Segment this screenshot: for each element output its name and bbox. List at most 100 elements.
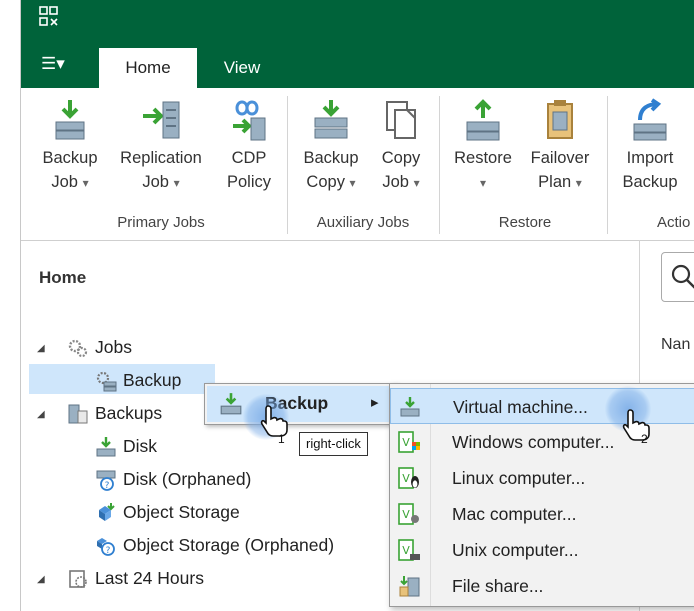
submenu-arrow-icon: ▸	[371, 394, 379, 411]
svg-text:V: V	[402, 544, 410, 557]
expand-collapse-icon[interactable]: ◢	[37, 409, 45, 420]
group-restore: Restore	[498, 214, 552, 231]
tree-item-disk-orphaned[interactable]: ? Disk (Orphaned)	[95, 465, 251, 493]
menu-item-unix-computer[interactable]: V Unix computer...	[390, 532, 694, 568]
search-box[interactable]	[661, 252, 694, 302]
tab-home[interactable]: Home	[99, 48, 197, 88]
step-number-1: 1	[278, 432, 285, 446]
tab-view[interactable]: View	[201, 48, 283, 88]
replication-job-label-1: Replication	[120, 149, 202, 167]
import-backup-label-2: Backup	[622, 173, 678, 191]
disk-icon	[96, 437, 116, 457]
chevron-down-icon: ▾	[173, 176, 180, 190]
nav-pane-title: Home	[39, 268, 87, 287]
mac-computer-icon: V	[398, 503, 419, 525]
backup-job-gear-icon	[96, 372, 117, 392]
ribbon-separator	[607, 96, 608, 234]
title-bar: ☰▾ Home View	[21, 0, 694, 88]
menu-item-linux-computer[interactable]: V Linux computer...	[390, 460, 694, 496]
backup-job-label-1: Backup	[42, 149, 98, 167]
tree-item-jobs[interactable]: Jobs	[67, 333, 132, 361]
cdp-policy-icon	[233, 100, 266, 141]
column-header-name[interactable]: Nan	[661, 336, 690, 354]
backup-job-icon	[55, 100, 85, 140]
cdp-policy-label-1: CDP	[231, 149, 267, 167]
menu-item-windows-computer-label: Windows computer...	[452, 432, 615, 452]
chevron-down-icon: ▾	[413, 176, 420, 190]
backup-copy-button[interactable]: Backup Copy ▾	[295, 98, 367, 195]
backup-job-button[interactable]: Backup Job ▾	[35, 98, 105, 195]
search-icon	[671, 264, 694, 289]
menu-item-file-share[interactable]: File share...	[390, 568, 694, 604]
backup-job-label-2: Job	[51, 173, 78, 191]
import-backup-label-1: Import	[626, 149, 674, 167]
menu-item-linux-computer-label: Linux computer...	[452, 468, 586, 488]
ribbon-separator	[439, 96, 440, 234]
windows-computer-icon: V	[398, 431, 420, 453]
right-click-callout: right-click	[299, 432, 368, 456]
tree-item-object-storage-orphaned[interactable]: ? Object Storage (Orphaned)	[95, 531, 334, 559]
history-icon	[69, 570, 87, 589]
main-menu-button[interactable]: ☰▾	[41, 54, 81, 80]
tree-item-jobs-label: Jobs	[95, 337, 132, 357]
tree-item-object-storage-label: Object Storage	[123, 502, 240, 522]
svg-text:V: V	[402, 508, 410, 521]
copy-job-label-2: Job	[382, 173, 409, 191]
svg-text:V: V	[402, 472, 410, 485]
app-window: ☰▾ Home View Backup Job ▾ Replication Jo…	[20, 0, 694, 611]
linux-computer-icon: V	[398, 467, 419, 489]
menu-item-file-share-label: File share...	[452, 576, 544, 596]
expand-collapse-icon[interactable]: ◢	[37, 574, 45, 585]
tree-item-backups[interactable]: Backups	[67, 399, 162, 427]
tree-item-disk-orphaned-label: Disk (Orphaned)	[123, 469, 252, 489]
tree-item-object-storage[interactable]: Object Storage	[95, 498, 240, 526]
app-logo-icon	[39, 6, 58, 26]
tree-item-backup[interactable]: Backup	[95, 366, 181, 394]
chevron-down-icon: ▾	[575, 176, 582, 190]
expand-collapse-icon[interactable]: ◢	[37, 343, 45, 354]
svg-text:V: V	[402, 436, 410, 449]
import-backup-icon	[633, 98, 667, 141]
tree-item-backups-label: Backups	[95, 403, 163, 423]
backups-icon	[68, 404, 88, 424]
failover-plan-label-2: Plan	[538, 173, 572, 191]
chevron-down-icon: ▾	[82, 176, 89, 190]
tree-item-disk-label: Disk	[123, 436, 158, 456]
object-storage-orphaned-icon: ?	[97, 538, 115, 556]
failover-plan-button[interactable]: Failover Plan ▾	[521, 98, 599, 195]
tree-item-last-24-hours[interactable]: Last 24 Hours	[67, 564, 204, 592]
copy-job-label-1: Copy	[381, 149, 421, 167]
menu-item-virtual-machine-label: Virtual machine...	[453, 397, 588, 417]
replication-job-button[interactable]: Replication Job ▾	[111, 98, 211, 195]
disk-orphaned-icon: ?	[96, 470, 116, 491]
tree-item-disk[interactable]: Disk	[95, 432, 157, 460]
restore-label: Restore	[454, 149, 512, 167]
ribbon: Backup Job ▾ Replication Job ▾ CDP Polic…	[21, 88, 694, 241]
group-primary-jobs: Primary Jobs	[117, 214, 205, 231]
restore-icon	[466, 99, 500, 141]
copy-job-button[interactable]: Copy Job ▾	[373, 98, 429, 195]
failover-plan-label-1: Failover	[530, 149, 590, 167]
tree-item-backup-label: Backup	[123, 370, 182, 390]
group-auxiliary-jobs: Auxiliary Jobs	[316, 214, 410, 231]
context-menu-item-backup[interactable]: Backup ▸	[207, 386, 393, 422]
replication-job-icon	[143, 101, 180, 139]
tree-item-last-24-hours-label: Last 24 Hours	[95, 568, 204, 588]
backup-copy-label-1: Backup	[303, 149, 359, 167]
unix-computer-icon: V	[398, 539, 420, 561]
object-storage-icon	[99, 503, 115, 522]
cdp-policy-button[interactable]: CDP Policy	[219, 98, 279, 194]
replication-job-label-2: Job	[142, 173, 169, 191]
context-menu: Backup ▸	[204, 383, 398, 425]
svg-text:?: ?	[105, 481, 110, 491]
menu-item-mac-computer-label: Mac computer...	[452, 504, 577, 524]
chevron-down-icon: ▾	[349, 176, 356, 190]
restore-button[interactable]: Restore ▾	[447, 98, 519, 195]
virtual-machine-backup-icon	[400, 397, 420, 417]
menu-item-unix-computer-label: Unix computer...	[452, 540, 579, 560]
step-number-2: 2	[641, 432, 648, 446]
menu-item-mac-computer[interactable]: V Mac computer...	[390, 496, 694, 532]
import-backup-button[interactable]: Import Backup	[615, 98, 685, 194]
backup-icon	[220, 393, 242, 415]
group-actions: Actio	[657, 214, 691, 231]
